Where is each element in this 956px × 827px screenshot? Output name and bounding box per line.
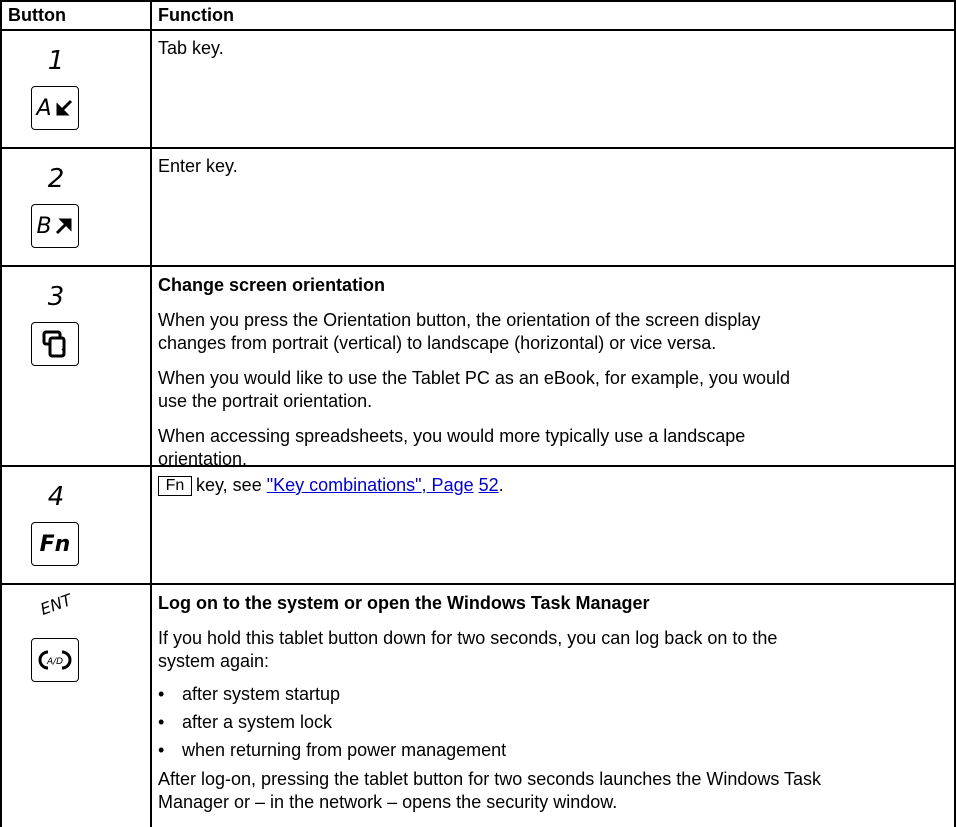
fn-key-box: Fn	[158, 476, 192, 496]
row-divider	[0, 465, 956, 467]
table-border-left	[0, 0, 2, 827]
table-column-divider	[150, 0, 152, 827]
bullet-item: after system startup	[182, 684, 341, 704]
fn-key-label: Fn	[39, 531, 71, 557]
row-3-paragraph-line: use the portrait orientation.	[158, 391, 373, 411]
header-divider	[0, 29, 956, 31]
row-3-paragraph-line: When accessing spreadsheets, you would m…	[158, 426, 746, 446]
row-4-text: key, see "Key combinations", Page 52.	[196, 474, 504, 497]
header-button: Button	[8, 5, 66, 25]
row-2-text: Enter key.	[158, 156, 238, 176]
row-5-title: Log on to the system or open the Windows…	[158, 593, 650, 613]
table-border-top	[0, 0, 956, 2]
bullet-marker: •	[158, 740, 165, 760]
page-number-link[interactable]: 52	[479, 475, 499, 495]
bullet-marker: •	[158, 684, 165, 704]
row-3-paragraph-line: orientation.	[158, 449, 248, 469]
row-3-paragraph-line: When you would like to use the Tablet PC…	[158, 368, 791, 388]
bullet-item: when returning from power management	[182, 740, 507, 760]
key-number: 4	[47, 482, 65, 512]
row-1-text: Tab key.	[158, 38, 224, 58]
ctrl-alt-del-icon: A/D	[38, 650, 72, 670]
row-4-text-post: .	[498, 475, 504, 495]
row-5-outro-line: Manager or – in the network – opens the …	[158, 792, 618, 812]
key-letter: B	[36, 213, 52, 239]
rotate-screen-icon	[42, 330, 66, 358]
orientation-key-button	[31, 322, 79, 366]
row-3-paragraph-line: changes from portrait (vertical) to land…	[158, 333, 717, 353]
key-number: ENT	[37, 590, 75, 619]
key-number: 2	[47, 164, 65, 194]
key-number: 3	[47, 282, 65, 312]
bullet-marker: •	[158, 712, 165, 732]
row-5-outro-line: After log-on, pressing the tablet button…	[158, 769, 822, 789]
row-3-title: Change screen orientation	[158, 275, 386, 295]
key-letter: A	[36, 95, 52, 121]
button-function-table: Button Function 1 A Tab key. 2 B Enter k…	[0, 0, 956, 827]
row-4-text-pre: key, see	[196, 475, 267, 495]
row-5-intro-line: If you hold this tablet button down for …	[158, 628, 778, 648]
header-function: Function	[158, 5, 234, 25]
arrow-up-right-icon	[55, 218, 72, 235]
key-a-button: A	[31, 86, 79, 130]
row-5-intro-line: system again:	[158, 651, 270, 671]
row-divider	[0, 265, 956, 267]
key-b-button: B	[31, 204, 79, 248]
ctrl-alt-del-key-button: A/D	[31, 638, 79, 682]
row-divider	[0, 147, 956, 149]
key-number: 1	[47, 46, 65, 76]
key-combinations-link[interactable]: "Key combinations", Page	[267, 475, 474, 495]
fn-key-button: Fn	[31, 522, 79, 566]
row-3-paragraph-line: When you press the Orientation button, t…	[158, 310, 761, 330]
row-divider	[0, 583, 956, 585]
arrow-down-left-icon	[56, 99, 72, 116]
key-symbol: A/D	[46, 657, 63, 667]
bullet-item: after a system lock	[182, 712, 333, 732]
